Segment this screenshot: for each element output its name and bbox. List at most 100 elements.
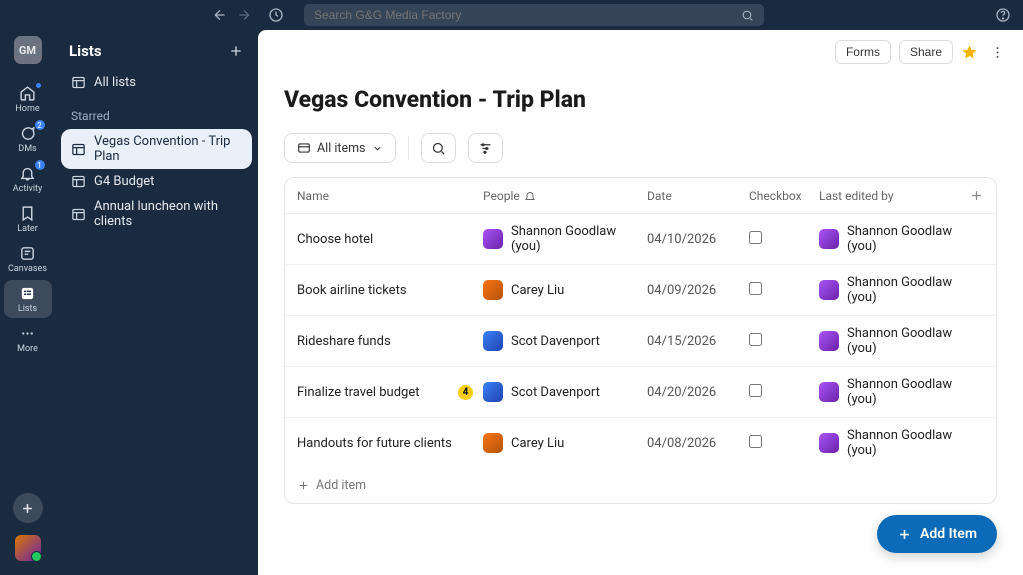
sidebar-item-label: Vegas Convention - Trip Plan [94,134,242,164]
list-table: Name People Date Checkbox Last edited by… [284,177,997,504]
row-checkbox[interactable] [749,231,762,244]
col-date[interactable]: Date [647,189,749,203]
avatar [483,331,503,351]
add-item-fab[interactable]: Add Item [877,515,997,553]
rail-canvases-label: Canvases [8,264,47,274]
rail-home-label: Home [15,104,39,114]
share-button[interactable]: Share [899,40,953,64]
cell-people: Shannon Goodlaw (you) [483,224,647,254]
sidebar-title: Lists [69,42,102,60]
cell-date: 04/09/2026 [647,283,749,298]
sidebar-add-button[interactable] [228,43,244,59]
table-row[interactable]: Rideshare fundsScot Davenport04/15/2026S… [285,316,996,367]
page-title: Vegas Convention - Trip Plan [284,86,997,113]
avatar [483,433,503,453]
add-item-row[interactable]: Add item [285,468,996,503]
row-checkbox[interactable] [749,384,762,397]
rail-later-label: Later [17,224,38,234]
cell-edited: Shannon Goodlaw (you) [819,224,984,254]
view-selector-label: All items [317,141,366,156]
rail-create-button[interactable] [13,493,43,523]
search-bar[interactable] [304,4,764,26]
cell-date: 04/15/2026 [647,334,749,349]
sidebar-item-label: Annual luncheon with clients [94,199,242,229]
cell-checkbox [749,333,819,350]
search-list-button[interactable] [421,133,456,163]
sidebar-item[interactable]: Annual luncheon with clients [61,194,252,234]
star-icon[interactable] [961,44,978,61]
nav-rail: GM Home 2 DMs 1 Activity Later Canvases … [0,30,55,575]
help-icon[interactable] [995,7,1011,23]
toolbar: All items [284,133,997,163]
later-icon [19,204,37,222]
table-row[interactable]: Choose hotelShannon Goodlaw (you)04/10/2… [285,214,996,265]
rail-dms[interactable]: 2 DMs [4,120,52,158]
list-icon [71,207,86,222]
workspace-switcher[interactable]: GM [14,36,42,64]
sidebar-item[interactable]: Vegas Convention - Trip Plan [61,129,252,169]
more-actions-icon[interactable] [986,45,1009,60]
forward-button[interactable] [236,7,252,23]
avatar [483,280,503,300]
cell-name: Book airline tickets [297,283,483,298]
avatar [483,382,503,402]
sidebar-all-lists-label: All lists [94,75,136,90]
rail-lists-label: Lists [18,304,37,314]
rail-home[interactable]: Home [4,80,52,118]
forms-button[interactable]: Forms [835,40,891,64]
search-icon [741,9,754,22]
rail-activity-label: Activity [13,184,42,194]
cell-edited: Shannon Goodlaw (you) [819,275,984,305]
table-row[interactable]: Book airline ticketsCarey Liu04/09/2026 S… [285,265,996,316]
cell-name: Choose hotel [297,232,483,247]
col-name[interactable]: Name [297,189,483,203]
fab-label: Add Item [920,526,977,542]
sidebar-item[interactable]: G4 Budget [61,169,252,194]
col-people[interactable]: People [483,189,647,203]
rail-canvases[interactable]: Canvases [4,240,52,278]
cell-name: Handouts for future clients [297,436,483,451]
rail-dms-label: DMs [18,144,36,154]
sidebar-item-label: G4 Budget [94,174,154,189]
home-icon [19,84,37,102]
activity-badge: 1 [34,159,46,171]
add-item-label: Add item [316,478,366,493]
plus-icon [297,479,310,492]
sidebar-all-lists[interactable]: All lists [61,70,252,95]
cell-name: Finalize travel budget4 [297,385,483,400]
avatar [483,229,503,249]
table-header: Name People Date Checkbox Last edited by [285,178,996,214]
rail-later[interactable]: Later [4,200,52,238]
rail-activity[interactable]: 1 Activity [4,160,52,198]
cell-edited: Shannon Goodlaw (you) [819,326,984,356]
table-row[interactable]: Finalize travel budget4Scot Davenport04/… [285,367,996,418]
cell-checkbox [749,231,819,248]
table-row[interactable]: Handouts for future clientsCarey Liu04/0… [285,418,996,468]
rail-more[interactable]: More [4,320,52,358]
filter-button[interactable] [468,133,503,163]
add-column-button[interactable] [969,188,984,203]
view-selector[interactable]: All items [284,133,396,163]
cell-checkbox [749,435,819,452]
row-checkbox[interactable] [749,435,762,448]
col-checkbox[interactable]: Checkbox [749,189,819,203]
search-input[interactable] [314,8,741,22]
cell-people: Carey Liu [483,433,647,453]
sidebar-starred-label: Starred [61,95,252,129]
cell-people: Carey Liu [483,280,647,300]
cell-people: Scot Davenport [483,382,647,402]
avatar [819,433,839,453]
cell-date: 04/10/2026 [647,232,749,247]
history-icon[interactable] [268,7,284,23]
row-checkbox[interactable] [749,282,762,295]
col-edited[interactable]: Last edited by [819,189,969,203]
cell-date: 04/08/2026 [647,436,749,451]
cell-edited: Shannon Goodlaw (you) [819,377,984,407]
row-checkbox[interactable] [749,333,762,346]
user-avatar[interactable] [15,535,41,561]
cell-name: Rideshare funds [297,334,483,349]
cell-date: 04/20/2026 [647,385,749,400]
rail-lists[interactable]: Lists [4,280,52,318]
canvases-icon [19,244,37,262]
back-button[interactable] [212,7,228,23]
